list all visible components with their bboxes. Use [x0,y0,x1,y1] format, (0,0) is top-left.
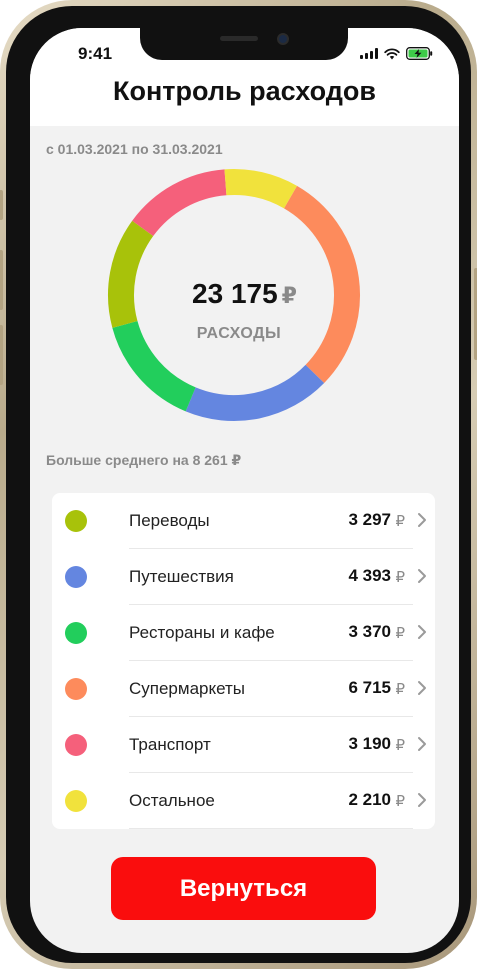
total-value: 23 175 [192,278,278,309]
donut-segment [185,364,325,421]
category-row-travel[interactable]: Путешествия 4 393 ₽ [52,549,435,605]
category-row-transfers[interactable]: Переводы 3 297 ₽ [52,493,435,549]
total-label: РАСХОДЫ [196,325,282,342]
donut-segment [132,169,227,237]
screen: 9:41 Контроль расходов с 01.03.2021 по 3… [30,28,459,953]
category-currency: ₽ [395,625,405,642]
category-currency: ₽ [395,513,405,530]
page-title: Контроль расходов [113,76,376,106]
category-amount: 2 210 [348,790,391,809]
back-button[interactable]: Вернуться [111,857,376,920]
volume-up-button [0,250,3,310]
wifi-icon [384,47,400,59]
phone-frame: 9:41 Контроль расходов с 01.03.2021 по 3… [0,0,477,969]
category-name: Путешествия [129,567,234,586]
comparison-text: Больше среднего на 8 261 ₽ [46,452,242,468]
category-currency: ₽ [395,737,405,754]
category-amount: 6 715 [348,678,391,697]
period-range: с 01.03.2021 по 31.03.2021 [46,141,223,157]
phone-bezel: 9:41 Контроль расходов с 01.03.2021 по 3… [6,6,471,963]
volume-down-button [0,325,3,385]
category-currency: ₽ [395,793,405,810]
category-color-dot [65,734,87,756]
category-color-dot [65,678,87,700]
category-row-supermarkets[interactable]: Супермаркеты 6 715 ₽ [52,661,435,717]
category-name: Супермаркеты [129,679,246,698]
front-camera [277,33,289,45]
donut-segment [108,220,154,328]
category-list: Переводы 3 297 ₽ Путешествия 4 393 ₽ Рес… [52,493,435,829]
mute-switch [0,190,3,220]
cellular-signal-icon [360,48,378,59]
donut-segment [224,169,297,209]
category-amount: 4 393 [348,566,391,585]
category-color-dot [65,790,87,812]
category-amount: 3 370 [348,622,391,641]
total-currency: ₽ [281,283,297,308]
chevron-right-icon [418,569,426,583]
category-amount: 3 190 [348,734,391,753]
category-currency: ₽ [395,681,405,698]
total-amount: 23 175 ₽ [30,278,459,310]
battery-charging-icon [406,47,433,60]
speaker-grille [220,36,258,41]
category-row-restaurants[interactable]: Рестораны и кафе 3 370 ₽ [52,605,435,661]
category-color-dot [65,622,87,644]
category-name: Рестораны и кафе [129,623,275,642]
status-time: 9:41 [78,44,113,63]
category-row-other[interactable]: Остальное 2 210 ₽ [52,773,435,829]
chevron-right-icon [418,513,426,527]
chevron-right-icon [418,625,426,639]
status-icons [360,47,433,60]
category-row-transport[interactable]: Транспорт 3 190 ₽ [52,717,435,773]
category-color-dot [65,510,87,532]
category-name: Переводы [129,511,210,530]
chevron-right-icon [418,681,426,695]
camera-notch [140,28,348,60]
category-amount: 3 297 [348,510,391,529]
chevron-right-icon [418,793,426,807]
chevron-right-icon [418,737,426,751]
category-currency: ₽ [395,569,405,586]
row-divider [129,828,413,829]
category-name: Транспорт [129,735,211,754]
category-color-dot [65,566,87,588]
category-name: Остальное [129,791,215,810]
